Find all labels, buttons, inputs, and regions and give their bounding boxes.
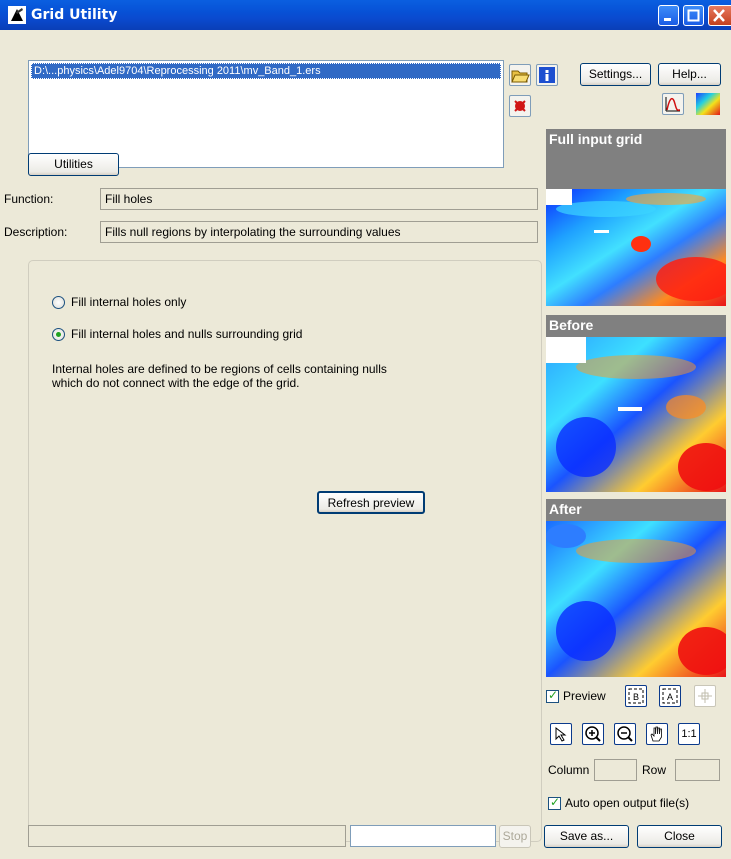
svg-text:B: B (633, 692, 639, 702)
radio-label: Fill internal holes and nulls surroundin… (71, 327, 303, 341)
preview-header-before: Before (546, 315, 726, 337)
preview-checkbox-label: Preview (563, 689, 606, 703)
zoom-before-button[interactable]: B (625, 685, 647, 707)
save-as-button[interactable]: Save as... (544, 825, 629, 848)
radio-label: Fill internal holes only (71, 295, 187, 309)
file-list-item[interactable]: D:\...physics\Adel9704\Reprocessing 2011… (31, 63, 501, 79)
hand-pan-icon (650, 726, 662, 742)
close-button[interactable]: Close (637, 825, 722, 848)
stop-button[interactable]: Stop (499, 825, 531, 848)
pointer-arrow-icon (555, 726, 567, 742)
info-icon (539, 67, 555, 83)
zoom-after-button[interactable]: A (659, 685, 681, 707)
note-line: Internal holes are defined to be regions… (52, 362, 387, 376)
settings-button[interactable]: Settings... (580, 63, 651, 86)
preview-header-after: After (546, 499, 726, 521)
info-button[interactable] (536, 64, 558, 86)
histogram-button[interactable] (662, 93, 684, 115)
one-to-one-button[interactable]: 1:1 (678, 723, 700, 745)
zoom-in-button[interactable] (582, 723, 604, 745)
app-icon (8, 6, 26, 24)
title-bar: Grid Utility (0, 0, 731, 30)
options-panel (28, 260, 542, 842)
preview-check[interactable] (546, 688, 559, 703)
column-field (594, 759, 637, 781)
crosshair-icon (698, 689, 712, 703)
preview-title: After (549, 501, 582, 517)
auto-open-label: Auto open output file(s) (565, 796, 690, 810)
preview-checkbox[interactable]: Preview (546, 688, 606, 703)
help-note: Internal holes are defined to be regions… (52, 362, 472, 390)
status-field (350, 825, 496, 847)
refresh-preview-button[interactable]: Refresh preview (317, 491, 425, 514)
dialog-body: D:\...physics\Adel9704\Reprocessing 2011… (4, 30, 727, 859)
svg-text:A: A (667, 692, 673, 702)
function-label: Function: (4, 192, 54, 206)
zoom-out-button[interactable] (614, 723, 636, 745)
radio-circle-selected[interactable] (52, 327, 65, 341)
column-label: Column (548, 763, 590, 777)
file-list[interactable]: D:\...physics\Adel9704\Reprocessing 2011… (28, 60, 504, 168)
window-title: Grid Utility (31, 7, 118, 23)
remove-file-button[interactable] (509, 95, 531, 117)
minimize-icon (664, 18, 671, 21)
colour-table-icon (696, 93, 720, 115)
preview-header-full: Full input grid (546, 129, 726, 189)
preview-title: Full input grid (549, 131, 643, 147)
maximize-icon (687, 9, 700, 22)
auto-open-check[interactable] (548, 795, 561, 810)
folder-open-icon (511, 70, 530, 83)
utilities-button[interactable]: Utilities (28, 153, 119, 176)
pan-tool-button[interactable] (646, 723, 668, 745)
progress-bar (28, 825, 346, 847)
radio-circle[interactable] (52, 295, 65, 309)
minimize-button[interactable] (658, 5, 679, 26)
preview-title: Before (549, 317, 594, 333)
description-label: Description: (4, 225, 68, 239)
zoom-in-icon (585, 726, 601, 742)
radio-fill-internal-only[interactable]: Fill internal holes only (52, 295, 186, 309)
remove-file-icon (514, 100, 526, 112)
histogram-icon (665, 97, 681, 112)
colour-table-button[interactable] (696, 93, 720, 115)
zoom-extent-after-icon: A (662, 688, 678, 704)
zoom-extent-before-icon: B (628, 688, 644, 704)
function-field: Fill holes (100, 188, 538, 210)
radio-fill-internal-and-surrounding[interactable]: Fill internal holes and nulls surroundin… (52, 327, 302, 341)
help-button[interactable]: Help... (658, 63, 721, 86)
maximize-button[interactable] (683, 5, 704, 26)
close-window-button[interactable] (708, 5, 731, 26)
pointer-tool-button[interactable] (550, 723, 572, 745)
close-icon (713, 9, 725, 22)
after-preview-image (546, 521, 726, 677)
description-field: Fills null regions by interpolating the … (100, 221, 538, 243)
before-preview-image (546, 337, 726, 492)
open-file-button[interactable] (509, 64, 531, 86)
note-line: which do not connect with the edge of th… (52, 376, 300, 390)
zoom-out-icon (617, 726, 633, 742)
full-grid-preview-image (546, 189, 726, 306)
crosshair-button[interactable] (694, 685, 716, 707)
auto-open-checkbox[interactable]: Auto open output file(s) (548, 795, 690, 810)
row-label: Row (642, 763, 667, 777)
row-field (675, 759, 720, 781)
